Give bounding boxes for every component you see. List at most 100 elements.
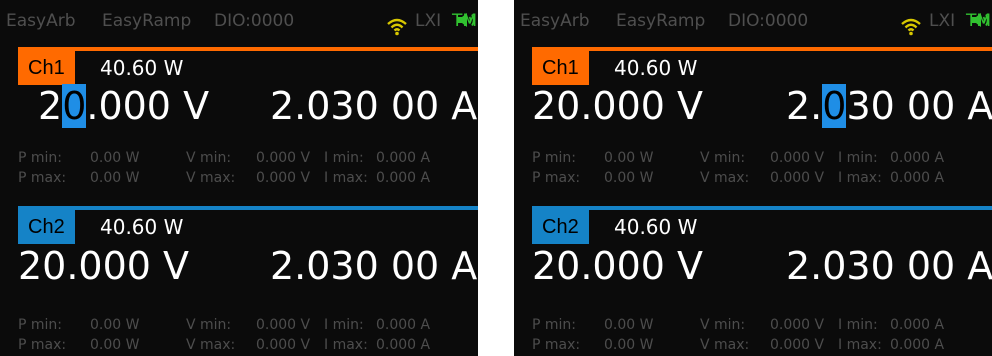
voltage-digits-after: 20.000 V bbox=[532, 244, 704, 288]
vmin-label: V min: bbox=[186, 317, 232, 333]
vmin-value: 0.000 V bbox=[256, 317, 311, 333]
ch1-min-stats: P min: 0.00 W V min: 0.000 V I min: 0.00… bbox=[0, 148, 478, 168]
ch2-tab[interactable]: Ch2 bbox=[18, 210, 75, 244]
easyarb-status[interactable]: EasyArb bbox=[520, 0, 590, 42]
pmin-label: P min: bbox=[532, 317, 577, 333]
easyarb-status[interactable]: EasyArb bbox=[6, 0, 76, 42]
easyramp-status[interactable]: EasyRamp bbox=[616, 0, 705, 42]
ch1-voltage-readout[interactable]: 20.000 V bbox=[532, 84, 703, 128]
ch1-divider bbox=[532, 47, 992, 51]
vmin-value: 0.000 V bbox=[770, 150, 825, 166]
imin-value: 0.000 A bbox=[890, 317, 945, 333]
current-digits-before: 2. bbox=[786, 84, 823, 128]
ch1-power: 40.60 W bbox=[614, 56, 698, 80]
pmax-value: 0.00 W bbox=[90, 337, 140, 353]
ch2-tab[interactable]: Ch2 bbox=[532, 210, 589, 244]
pmin-value: 0.00 W bbox=[90, 150, 140, 166]
status-bar: EasyArb EasyRamp DIO:0000 LXI TMC bbox=[514, 0, 992, 42]
current-digits-after: 2.030 00 A bbox=[786, 244, 992, 288]
current-digits-after: 2.030 00 A bbox=[270, 84, 478, 128]
dio-status: DIO:0000 bbox=[728, 11, 809, 31]
voltage-digits-before: 2 bbox=[38, 84, 63, 128]
imax-label: I max: bbox=[324, 170, 368, 186]
pmax-value: 0.00 W bbox=[90, 170, 140, 186]
imin-label: I min: bbox=[838, 317, 878, 333]
ch1-tab[interactable]: Ch1 bbox=[532, 51, 589, 85]
ch2-current-readout[interactable]: 2.030 00 A bbox=[270, 244, 477, 288]
pmax-label: P max: bbox=[18, 337, 67, 353]
ch2-divider bbox=[532, 206, 992, 210]
ch2-voltage-readout[interactable]: 20.000 V bbox=[18, 244, 189, 288]
vmax-label: V max: bbox=[186, 170, 236, 186]
pmin-value: 0.00 W bbox=[604, 317, 654, 333]
pmin-value: 0.00 W bbox=[90, 317, 140, 333]
imin-label: I min: bbox=[324, 317, 364, 333]
instrument-display-left: EasyArb EasyRamp DIO:0000 LXI TMC Ch1 40… bbox=[0, 0, 478, 356]
easyramp-status[interactable]: EasyRamp bbox=[102, 0, 191, 42]
imax-label: I max: bbox=[838, 170, 882, 186]
speaker-icon bbox=[970, 10, 990, 30]
imax-value: 0.000 A bbox=[376, 170, 431, 186]
ch1-min-stats: P min: 0.00 W V min: 0.000 V I min: 0.00… bbox=[514, 148, 992, 168]
ch2-power: 40.60 W bbox=[614, 215, 698, 239]
voltage-digits-after: 20.000 V bbox=[532, 84, 704, 128]
pmin-label: P min: bbox=[18, 317, 63, 333]
vmin-value: 0.000 V bbox=[256, 150, 311, 166]
ch2-voltage-readout[interactable]: 20.000 V bbox=[532, 244, 703, 288]
instrument-display-right: EasyArb EasyRamp DIO:0000 LXI TMC Ch1 40… bbox=[514, 0, 992, 356]
imin-label: I min: bbox=[324, 150, 364, 166]
imax-label: I max: bbox=[838, 337, 882, 353]
ch1-current-readout[interactable]: 2.030 00 A bbox=[270, 84, 477, 128]
ch2-min-stats: P min: 0.00 W V min: 0.000 V I min: 0.00… bbox=[0, 315, 478, 335]
imin-value: 0.000 A bbox=[376, 317, 431, 333]
pmax-label: P max: bbox=[532, 170, 581, 186]
pmax-label: P max: bbox=[18, 170, 67, 186]
voltage-cursor-digit[interactable]: 0 bbox=[62, 84, 87, 128]
vmin-label: V min: bbox=[700, 317, 746, 333]
vmax-label: V max: bbox=[186, 337, 236, 353]
vmin-label: V min: bbox=[186, 150, 232, 166]
ch1-voltage-readout[interactable]: 20.000 V bbox=[38, 84, 209, 128]
ch1-tab[interactable]: Ch1 bbox=[18, 51, 75, 85]
vmax-value: 0.000 V bbox=[770, 337, 825, 353]
current-cursor-digit[interactable]: 0 bbox=[822, 84, 847, 128]
vmax-label: V max: bbox=[700, 337, 750, 353]
ch1-divider bbox=[18, 47, 478, 51]
ch2-divider bbox=[18, 206, 478, 210]
voltage-digits-after: .000 V bbox=[86, 84, 210, 128]
current-digits-after: 30 00 A bbox=[846, 84, 992, 128]
pmin-value: 0.00 W bbox=[604, 150, 654, 166]
ch2-max-stats: P max: 0.00 W V max: 0.000 V I max: 0.00… bbox=[514, 335, 992, 355]
status-bar: EasyArb EasyRamp DIO:0000 LXI TMC bbox=[0, 0, 478, 42]
speaker-icon bbox=[456, 10, 476, 30]
imax-value: 0.000 A bbox=[890, 337, 945, 353]
vmax-value: 0.000 V bbox=[256, 170, 311, 186]
voltage-digits-after: 20.000 V bbox=[18, 244, 190, 288]
ch1-current-readout[interactable]: 2.030 00 A bbox=[786, 84, 992, 128]
vmin-label: V min: bbox=[700, 150, 746, 166]
ch2-current-readout[interactable]: 2.030 00 A bbox=[786, 244, 992, 288]
imax-value: 0.000 A bbox=[890, 170, 945, 186]
wifi-icon bbox=[386, 10, 408, 36]
imax-value: 0.000 A bbox=[376, 337, 431, 353]
vmax-value: 0.000 V bbox=[770, 170, 825, 186]
dio-status: DIO:0000 bbox=[214, 11, 295, 31]
ch2-power: 40.60 W bbox=[100, 215, 184, 239]
wifi-icon bbox=[900, 10, 922, 36]
ch1-max-stats: P max: 0.00 W V max: 0.000 V I max: 0.00… bbox=[0, 168, 478, 188]
pmax-value: 0.00 W bbox=[604, 170, 654, 186]
ch2-min-stats: P min: 0.00 W V min: 0.000 V I min: 0.00… bbox=[514, 315, 992, 335]
pmin-label: P min: bbox=[532, 150, 577, 166]
lxi-status: LXI bbox=[415, 11, 442, 31]
ch1-max-stats: P max: 0.00 W V max: 0.000 V I max: 0.00… bbox=[514, 168, 992, 188]
lxi-status: LXI bbox=[929, 11, 956, 31]
vmin-value: 0.000 V bbox=[770, 317, 825, 333]
vmax-label: V max: bbox=[700, 170, 750, 186]
ch2-max-stats: P max: 0.00 W V max: 0.000 V I max: 0.00… bbox=[0, 335, 478, 355]
imin-label: I min: bbox=[838, 150, 878, 166]
pmax-value: 0.00 W bbox=[604, 337, 654, 353]
imax-label: I max: bbox=[324, 337, 368, 353]
imin-value: 0.000 A bbox=[376, 150, 431, 166]
pmin-label: P min: bbox=[18, 150, 63, 166]
pmax-label: P max: bbox=[532, 337, 581, 353]
